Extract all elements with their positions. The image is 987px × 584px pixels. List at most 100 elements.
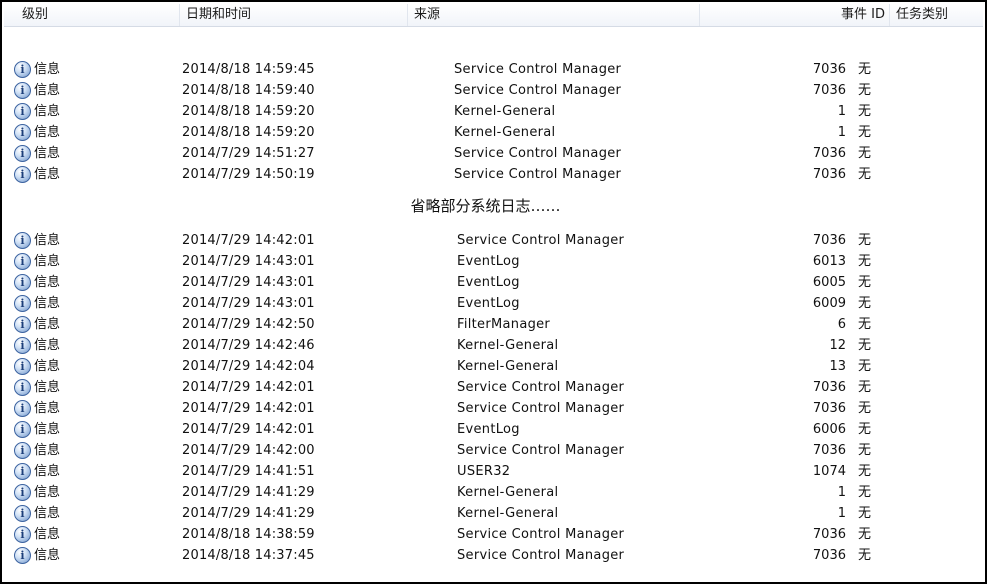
table-row[interactable]: i 信息 2014/8/18 14:59:40 Service Control Man… (2, 80, 981, 101)
table-row[interactable]: i 信息 2014/7/29 14:43:01 EventLog 6009 无 (2, 293, 981, 314)
event-id-cell: 7036 (812, 401, 846, 416)
table-row[interactable]: i 信息 2014/8/18 14:59:20 Kernel-General 1 无 (2, 122, 981, 143)
source-cell: Kernel-General (457, 359, 559, 374)
level-label: 信息 (34, 359, 61, 374)
table-row[interactable]: i 信息 2014/7/29 14:50:19 Service Control Man… (2, 164, 981, 185)
column-header-datetime[interactable]: 日期和时间 (180, 4, 408, 26)
task-category-cell: 无 (858, 485, 872, 500)
omitted-logs-note: 省略部分系统日志…… (410, 197, 561, 215)
level-label: 信息 (34, 62, 61, 77)
column-header-event-id[interactable]: 事件 ID (700, 4, 890, 26)
task-category-cell: 无 (858, 422, 872, 437)
task-category-cell: 无 (858, 401, 872, 416)
level-label: 信息 (34, 380, 61, 395)
event-id-cell: 7036 (812, 443, 846, 458)
table-row[interactable]: i 信息 2014/7/29 14:42:00 Service Control Man… (2, 440, 981, 461)
table-row[interactable]: i 信息 2014/7/29 14:41:29 Kernel-General 1 无 (2, 482, 981, 503)
table-row[interactable]: i 信息 2014/7/29 14:42:04 Kernel-General 13 无 (2, 356, 981, 377)
level-label: 信息 (34, 296, 61, 311)
task-category-cell: 无 (858, 506, 872, 521)
info-icon: i (14, 82, 31, 99)
source-cell: Service Control Manager (454, 167, 622, 182)
level-cell: i 信息 (14, 272, 60, 293)
source-cell: Service Control Manager (454, 146, 622, 161)
level-cell: i 信息 (14, 293, 60, 314)
level-cell: i 信息 (14, 164, 60, 185)
level-label: 信息 (34, 125, 61, 140)
level-label: 信息 (34, 83, 61, 98)
task-category-cell: 无 (858, 296, 872, 311)
info-icon: i (14, 526, 31, 543)
table-row[interactable]: i 信息 2014/8/18 14:37:45 Service Control Man… (2, 545, 981, 566)
info-icon: i (14, 463, 31, 480)
event-id-cell: 7036 (812, 146, 846, 161)
level-label: 信息 (34, 401, 61, 416)
table-row[interactable]: i 信息 2014/7/29 14:43:01 EventLog 6013 无 (2, 251, 981, 272)
level-cell: i 信息 (14, 101, 60, 122)
event-id-cell: 7036 (812, 527, 846, 542)
table-row[interactable]: i 信息 2014/7/29 14:42:01 EventLog 6006 无 (2, 419, 981, 440)
table-row[interactable]: i 信息 2014/8/18 14:59:45 Service Control Man… (2, 59, 981, 80)
source-cell: Service Control Manager (457, 233, 625, 248)
task-category-cell: 无 (858, 62, 872, 77)
event-id-cell: 12 (829, 338, 846, 353)
info-icon: i (14, 337, 31, 354)
level-label: 信息 (34, 167, 61, 182)
level-cell: i 信息 (14, 122, 60, 143)
event-id-cell: 6005 (812, 275, 846, 290)
info-icon: i (14, 379, 31, 396)
datetime-cell: 2014/7/29 14:41:51 (182, 464, 315, 479)
task-category-cell: 无 (858, 464, 872, 479)
info-icon: i (14, 484, 31, 501)
level-cell: i 信息 (14, 377, 60, 398)
table-row[interactable]: i 信息 2014/8/18 14:59:20 Kernel-General 1 无 (2, 101, 981, 122)
task-category-cell: 无 (858, 317, 872, 332)
task-category-cell: 无 (858, 233, 872, 248)
event-id-cell: 6009 (812, 296, 846, 311)
level-cell: i 信息 (14, 356, 60, 377)
level-cell: i 信息 (14, 143, 60, 164)
table-row[interactable]: i 信息 2014/7/29 14:42:01 Service Control Man… (2, 230, 981, 251)
table-row[interactable]: i 信息 2014/7/29 14:42:01 Service Control Man… (2, 398, 981, 419)
column-header-level[interactable]: 级别 (4, 4, 180, 26)
source-cell: EventLog (457, 254, 520, 269)
level-cell: i 信息 (14, 524, 60, 545)
task-category-cell: 无 (858, 167, 872, 182)
level-cell: i 信息 (14, 59, 60, 80)
level-cell: i 信息 (14, 398, 60, 419)
table-row[interactable]: i 信息 2014/7/29 14:42:46 Kernel-General 12 无 (2, 335, 981, 356)
info-icon: i (14, 421, 31, 438)
info-icon: i (14, 253, 31, 270)
level-cell: i 信息 (14, 251, 60, 272)
event-id-cell: 1 (837, 125, 846, 140)
level-label: 信息 (34, 485, 61, 500)
level-cell: i 信息 (14, 503, 60, 524)
datetime-cell: 2014/7/29 14:42:50 (182, 317, 315, 332)
table-row[interactable]: i 信息 2014/7/29 14:42:50 FilterManager 6 无 (2, 314, 981, 335)
datetime-cell: 2014/7/29 14:41:29 (182, 485, 315, 500)
table-row[interactable]: i 信息 2014/7/29 14:41:29 Kernel-General 1 无 (2, 503, 981, 524)
event-id-cell: 13 (829, 359, 846, 374)
datetime-cell: 2014/7/29 14:43:01 (182, 275, 315, 290)
level-cell: i 信息 (14, 461, 60, 482)
info-icon: i (14, 295, 31, 312)
event-id-cell: 7036 (812, 380, 846, 395)
column-header-source[interactable]: 来源 (408, 4, 700, 26)
source-cell: EventLog (457, 422, 520, 437)
datetime-cell: 2014/7/29 14:42:01 (182, 422, 315, 437)
source-cell: Service Control Manager (454, 83, 622, 98)
table-row[interactable]: i 信息 2014/7/29 14:51:27 Service Control Man… (2, 143, 981, 164)
datetime-cell: 2014/8/18 14:38:59 (182, 527, 315, 542)
table-row[interactable]: i 信息 2014/8/18 14:38:59 Service Control Man… (2, 524, 981, 545)
event-id-cell: 7036 (812, 167, 846, 182)
event-id-cell: 7036 (812, 548, 846, 563)
table-row[interactable]: i 信息 2014/7/29 14:43:01 EventLog 6005 无 (2, 272, 981, 293)
column-header-task-category[interactable]: 任务类别 (890, 4, 987, 26)
level-label: 信息 (34, 506, 61, 521)
table-row[interactable]: i 信息 2014/7/29 14:42:01 Service Control Man… (2, 377, 981, 398)
level-label: 信息 (34, 104, 61, 119)
table-row[interactable]: i 信息 2014/7/29 14:41:51 USER32 1074 无 (2, 461, 981, 482)
source-cell: EventLog (457, 296, 520, 311)
level-cell: i 信息 (14, 419, 60, 440)
level-cell: i 信息 (14, 335, 60, 356)
